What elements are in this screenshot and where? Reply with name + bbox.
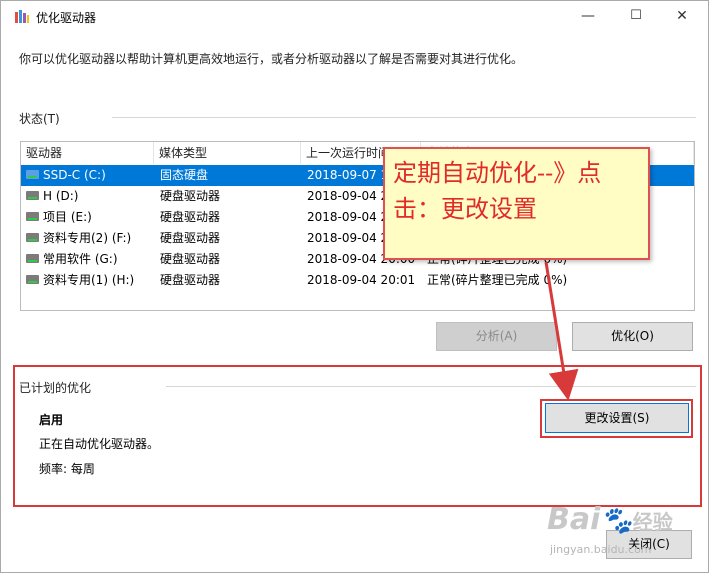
minimize-button[interactable]: —: [565, 0, 611, 30]
watermark-brand-text: Bai: [547, 502, 601, 537]
media-type: 硬盘驱动器: [160, 189, 221, 203]
change-settings-highlight-box: [540, 399, 693, 438]
drive-name: 资料专用(2) (F:): [43, 231, 132, 245]
optimize-button[interactable]: 优化(O): [572, 322, 693, 351]
column-header-media-type[interactable]: 媒体类型: [154, 142, 301, 164]
media-type: 硬盘驱动器: [160, 231, 221, 245]
title-bar[interactable]: 优化驱动器 — ☐ ✕: [0, 0, 709, 32]
hard-drive-icon: [26, 254, 39, 263]
column-header-drive[interactable]: 驱动器: [21, 142, 154, 164]
paw-icon: 🐾: [600, 506, 633, 536]
windows-drive-icon: [26, 170, 39, 179]
drive-name: 项目 (E:): [43, 210, 92, 224]
media-type: 硬盘驱动器: [160, 273, 221, 287]
media-type: 硬盘驱动器: [160, 252, 221, 266]
last-run: 2018-09-04 2: [307, 210, 389, 224]
last-run: 2018-09-04 2: [307, 231, 389, 245]
annotation-text: 定期自动优化--》点击：更改设置: [393, 159, 602, 223]
table-row[interactable]: 资料专用(1) (H:) 硬盘驱动器 2018-09-04 20:01 正常(碎…: [21, 270, 694, 291]
hard-drive-icon: [26, 233, 39, 242]
maximize-button[interactable]: ☐: [613, 0, 659, 30]
last-run: 2018-09-04 2: [307, 189, 389, 203]
analyze-button[interactable]: 分析(A): [436, 322, 557, 351]
hard-drive-icon: [26, 212, 39, 221]
status-section-label: 状态(T): [19, 112, 60, 126]
media-type: 固态硬盘: [160, 168, 209, 182]
drive-name: 常用软件 (G:): [43, 252, 118, 266]
hard-drive-icon: [26, 191, 39, 200]
drive-name: H (D:): [43, 189, 79, 203]
window-title: 优化驱动器: [36, 11, 97, 25]
annotation-callout: 定期自动优化--》点击：更改设置: [383, 147, 650, 260]
watermark-brand: Bai🐾经验: [547, 502, 673, 537]
drive-name: 资料专用(1) (H:): [43, 273, 135, 287]
hard-drive-icon: [26, 275, 39, 284]
drive-name: SSD-C (C:): [43, 168, 106, 182]
watermark-url: jingyan.baidu.com: [550, 543, 652, 556]
media-type: 硬盘驱动器: [160, 210, 221, 224]
drive-status: 正常(碎片整理已完成 0%): [427, 273, 568, 287]
description-text: 你可以优化驱动器以帮助计算机更高效地运行，或者分析驱动器以了解是否需要对其进行优…: [19, 52, 524, 66]
watermark-suffix: 经验: [632, 510, 673, 534]
close-window-button[interactable]: ✕: [659, 0, 705, 30]
defrag-app-icon: [15, 10, 29, 23]
last-run: 2018-09-07 1: [307, 168, 389, 182]
status-divider: [112, 117, 696, 118]
last-run: 2018-09-04 20:01: [307, 273, 416, 287]
